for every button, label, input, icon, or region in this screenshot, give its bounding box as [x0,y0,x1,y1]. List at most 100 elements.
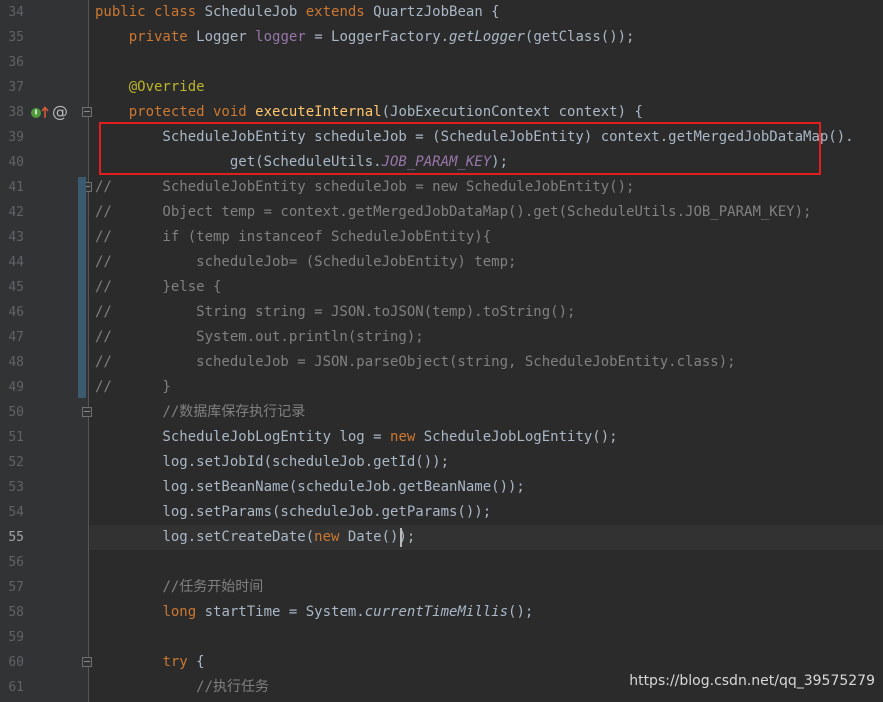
code-token: = LoggerFactory. [314,29,450,45]
line-number: 44 [8,255,24,270]
override-up-arrow-icon[interactable] [30,104,50,126]
code-token: @Override [128,79,205,95]
line-number: 38 [8,105,24,120]
line-number: 59 [8,630,24,645]
line-number: 40 [8,155,24,170]
line-number: 41 [8,180,24,195]
code-token: (JobExecutionContext context) { [381,104,643,120]
code-token: // String string = JSON.toJSON(temp).toS… [95,304,576,320]
code-token: log.setBeanName(scheduleJob.getBeanName(… [95,479,525,495]
text-caret [400,528,402,547]
line-number: 37 [8,80,24,95]
line-number: 45 [8,280,24,295]
code-token: // ScheduleJobEntity scheduleJob = new S… [95,179,635,195]
code-token: ScheduleJobLogEntity(); [423,429,618,445]
line-number: 39 [8,130,24,145]
code-line[interactable]: // scheduleJob = JSON.parseObject(string… [95,350,736,375]
line-number: 46 [8,305,24,320]
code-token: log.setJobId(scheduleJob.getId()); [95,454,450,470]
code-line[interactable]: // String string = JSON.toJSON(temp).toS… [95,300,575,325]
code-line[interactable]: try { [95,650,205,675]
vcs-change-marker[interactable] [78,177,86,398]
code-token: // } [95,379,171,395]
code-token: executeInternal [255,104,382,120]
line-number: 55 [8,530,24,545]
line-number: 42 [8,205,24,220]
code-token: extends [305,4,374,20]
line-number: 49 [8,380,24,395]
code-token: //数据库保存执行记录 [162,404,306,420]
code-line[interactable]: long startTime = System.currentTimeMilli… [95,600,533,625]
code-line[interactable]: //数据库保存执行记录 [95,400,305,425]
code-line[interactable]: //执行任务 [95,675,269,700]
code-line[interactable]: // }else { [95,275,221,300]
line-number: 56 [8,555,24,570]
code-editor[interactable]: public class ScheduleJob extends QuartzJ… [89,0,883,702]
code-token: private [128,29,197,45]
code-token: log.setCreateDate( [95,529,315,545]
code-token: //任务开始时间 [162,579,264,595]
line-number: 48 [8,355,24,370]
code-token: ScheduleJob [204,4,306,20]
code-token: //执行任务 [196,679,270,695]
code-line[interactable]: log.setJobId(scheduleJob.getId()); [95,450,449,475]
code-line[interactable]: // ScheduleJobEntity scheduleJob = new S… [95,175,634,200]
code-token: (); [508,604,534,620]
code-token: Date()); [347,529,416,545]
line-number: 47 [8,330,24,345]
code-line[interactable]: ScheduleJobLogEntity log = new ScheduleJ… [95,425,618,450]
code-token: currentTimeMillis [364,604,509,620]
code-token: // System.out.println(string); [95,329,424,345]
code-line[interactable]: // scheduleJob= (ScheduleJobEntity) temp… [95,250,516,275]
at-sign-icon[interactable]: @ [52,102,68,121]
code-line[interactable]: log.setCreateDate(new Date()); [95,525,415,550]
line-number: 60 [8,655,24,670]
code-line[interactable]: private Logger logger = LoggerFactory.ge… [95,25,635,50]
code-token: Logger [196,29,256,45]
code-line[interactable]: // if (temp instanceof ScheduleJobEntity… [95,225,491,250]
code-token: try [162,654,197,670]
code-token: (getClass()); [524,29,635,45]
code-token: log.setParams(scheduleJob.getParams()); [95,504,492,520]
code-line[interactable]: //任务开始时间 [95,575,263,600]
code-token: { [196,654,205,670]
highlight-annotation-box [99,122,821,175]
code-token: long [162,604,205,620]
line-number: 58 [8,605,24,620]
code-line[interactable]: log.setBeanName(scheduleJob.getBeanName(… [95,475,525,500]
code-line[interactable]: public class ScheduleJob extends QuartzJ… [95,0,500,25]
code-token: getLogger [449,29,525,45]
line-number: 35 [8,30,24,45]
line-number: 54 [8,505,24,520]
code-token: new [390,429,424,445]
code-line[interactable]: // Object temp = context.getMergedJobDat… [95,200,811,225]
line-number: 61 [8,680,24,695]
code-token: protected void [128,104,256,120]
line-number: 36 [8,55,24,70]
code-token: // Object temp = context.getMergedJobDat… [95,204,812,220]
code-line[interactable]: log.setParams(scheduleJob.getParams()); [95,500,491,525]
code-token: ScheduleJobLogEntity log = [95,429,391,445]
code-token: // scheduleJob= (ScheduleJobEntity) temp… [95,254,517,270]
code-line[interactable]: // System.out.println(string); [95,325,424,350]
code-token: // }else { [95,279,222,295]
line-number: 57 [8,580,24,595]
watermark: https://blog.csdn.net/qq_39575279 [629,673,875,689]
code-token: startTime = System. [204,604,365,620]
code-line[interactable]: @Override [95,75,205,100]
code-token: logger [255,29,315,45]
line-number: 43 [8,230,24,245]
code-token: // scheduleJob = JSON.parseObject(string… [95,354,736,370]
code-token: QuartzJobBean { [373,4,500,20]
line-number: 34 [8,5,24,20]
line-number-gutter: 34 35 36 37 38 39 40 41 42 43 44 45 46 47 48 49 50 51 52 53… [0,0,92,702]
code-token: // if (temp instanceof ScheduleJobEntity… [95,229,492,245]
code-line[interactable]: // } [95,375,171,400]
line-number: 51 [8,430,24,445]
